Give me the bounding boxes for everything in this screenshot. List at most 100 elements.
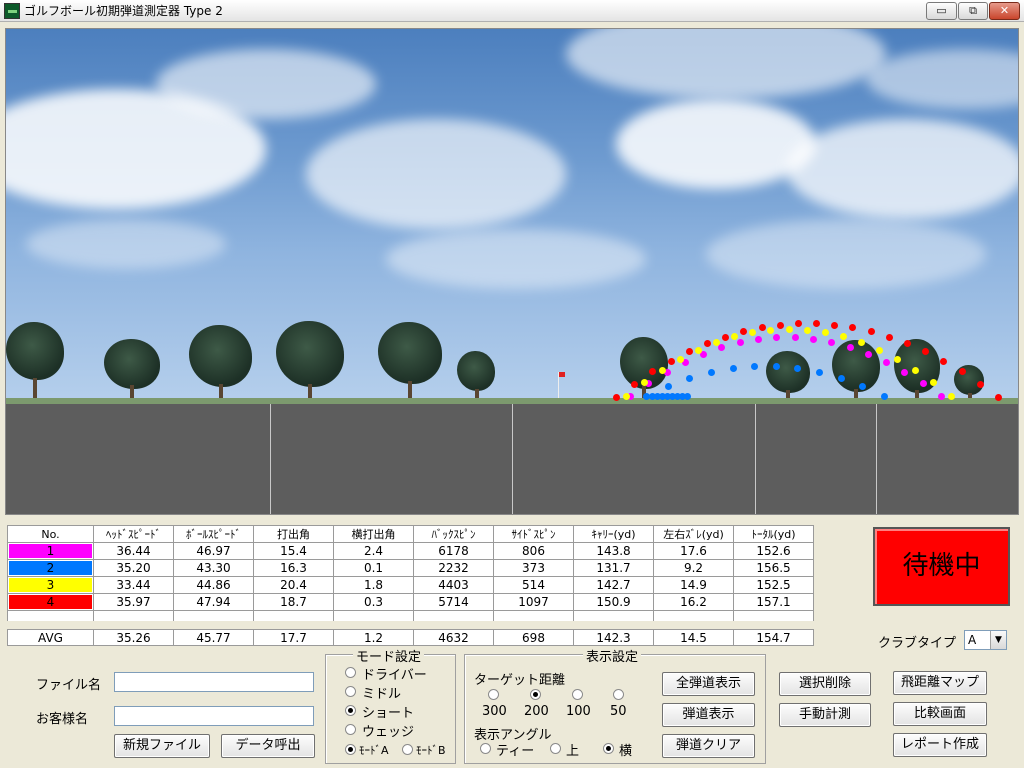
club-type-select[interactable]: A ▼ [964,630,1007,650]
table-cell: 152.5 [733,576,814,594]
trajectory-point [729,365,737,373]
restore-button[interactable]: ⧉ [958,2,988,20]
mode-wedge-label[interactable]: ウェッジ [362,721,414,740]
trajectory-point [948,393,955,400]
shot-no-cell[interactable]: 1 [7,542,94,560]
trajectory-point [667,357,675,365]
table-header: No. ﾍｯﾄﾞｽﾋﾟｰﾄﾞ ﾎﾞｰﾙｽﾋﾟｰﾄﾞ 打出角 横打出角 ﾊﾞｯｸｽ… [7,525,814,543]
window-title: ゴルフボール初期弾道測定器 Type 2 [24,4,223,18]
table-cell: 47.94 [173,593,254,611]
close-button[interactable]: ✕ [989,2,1020,20]
column-header: 左右ｽﾞﾚ(yd) [653,525,734,543]
column-header: ｷｬﾘｰ(yd) [573,525,654,543]
trajectory-point [686,375,694,383]
trajectory-point [631,380,639,388]
trajectory-point [901,368,909,376]
shot-no-cell[interactable]: 4 [7,593,94,611]
target-100-radio[interactable] [572,689,583,700]
manual-measure-button[interactable]: 手動計測 [779,703,871,727]
mode-a-label[interactable]: ﾓｰﾄﾞA [359,742,389,758]
angle-tee-label[interactable]: ティー [496,740,534,759]
trajectory-point [677,355,685,363]
mode-b-radio[interactable] [402,744,413,755]
target-distance-label: ターゲット距離 [474,673,566,688]
table-row[interactable]: 1 36.44 46.97 15.4 2.4 6178 806 143.8 17… [7,542,814,560]
target-50-label[interactable]: 50 [610,704,627,719]
show-all-trajectories-button[interactable]: 全弾道表示 [662,672,755,696]
target-300-radio[interactable] [488,689,499,700]
compare-screen-button[interactable]: 比較画面 [893,702,987,726]
target-200-radio[interactable] [530,689,541,700]
target-300-label[interactable]: 300 [482,704,507,719]
table-row[interactable]: 2 35.20 43.30 16.3 0.1 2232 373 131.7 9.… [7,559,814,577]
minimize-button[interactable]: ▭ [926,2,957,20]
table-cell: 17.7 [253,629,334,646]
chevron-down-icon[interactable]: ▼ [990,631,1006,649]
trajectory-point [722,333,730,341]
mode-middle-label[interactable]: ミドル [362,683,401,702]
create-report-button[interactable]: レポート作成 [893,733,987,757]
column-header: ｻｲﾄﾞｽﾋﾟﾝ [493,525,574,543]
trajectory-point [883,358,891,366]
title-bar: ゴルフボール初期弾道測定器 Type 2 ▭ ⧉ ✕ [0,0,1024,22]
column-header: ﾍｯﾄﾞｽﾋﾟｰﾄﾞ [93,525,174,543]
distance-map-button[interactable]: 飛距離マップ [893,671,987,695]
trajectory-point [821,329,829,337]
mode-short-label[interactable]: ショート [362,702,414,721]
mode-wedge-radio[interactable] [345,724,356,735]
target-200-label[interactable]: 200 [524,704,549,719]
mode-b-label[interactable]: ﾓｰﾄﾞB [416,742,446,758]
target-50-radio[interactable] [613,689,624,700]
new-file-button[interactable]: 新規ファイル [114,734,210,758]
delete-selected-button[interactable]: 選択削除 [779,672,871,696]
table-cell: 150.9 [573,593,654,611]
trajectory-point [919,379,927,387]
trajectory-point [740,328,748,336]
angle-top-label[interactable]: 上 [566,740,579,759]
angle-top-radio[interactable] [550,743,561,754]
table-cell: 6178 [413,542,494,560]
trajectory-point [976,380,984,388]
mode-driver-label[interactable]: ドライバー [362,664,427,683]
shot-no-cell[interactable]: 2 [7,559,94,577]
table-row[interactable]: 3 33.44 44.86 20.4 1.8 4403 514 142.7 14… [7,576,814,594]
shot-no-cell[interactable]: 3 [7,576,94,594]
table-row[interactable]: 4 35.97 47.94 18.7 0.3 5714 1097 150.9 1… [7,593,814,611]
show-trajectory-button[interactable]: 弾道表示 [662,703,755,727]
filename-input[interactable] [114,672,314,692]
trajectory-point [911,366,919,374]
average-row-table: AVG 35.26 45.77 17.7 1.2 4632 698 142.3 … [7,629,814,646]
trajectory-point [803,326,811,334]
trajectory-point [776,321,784,329]
trajectory-point [831,321,839,329]
trajectory-point [893,355,901,363]
load-data-button[interactable]: データ呼出 [221,734,315,758]
clear-trajectory-button[interactable]: 弾道クリア [662,734,755,758]
trajectory-point [773,334,781,342]
table-cell: 4403 [413,576,494,594]
trajectory-point [641,378,649,386]
table-cell: 9.2 [653,559,734,577]
trajectory-point [875,346,883,354]
mode-short-radio[interactable] [345,705,356,716]
table-cell: 15.4 [253,542,334,560]
table-cell: 514 [493,576,574,594]
mode-middle-radio[interactable] [345,686,356,697]
mode-driver-radio[interactable] [345,667,356,678]
table-cell: 0.1 [333,559,414,577]
display-settings-title: 表示設定 [583,646,642,665]
trajectory-point [816,369,824,377]
column-header: 打出角 [253,525,334,543]
angle-side-label[interactable]: 横 [619,740,632,759]
angle-tee-radio[interactable] [480,743,491,754]
mode-a-radio[interactable] [345,744,356,755]
customer-name-input[interactable] [114,706,314,726]
trajectory-point [772,363,780,371]
table-cell: 156.5 [733,559,814,577]
table-cell: 45.77 [173,629,254,646]
table-cell: 5714 [413,593,494,611]
target-100-label[interactable]: 100 [566,704,591,719]
angle-side-radio[interactable] [603,743,614,754]
table-cell: 16.3 [253,559,334,577]
trajectory-point [794,320,802,328]
